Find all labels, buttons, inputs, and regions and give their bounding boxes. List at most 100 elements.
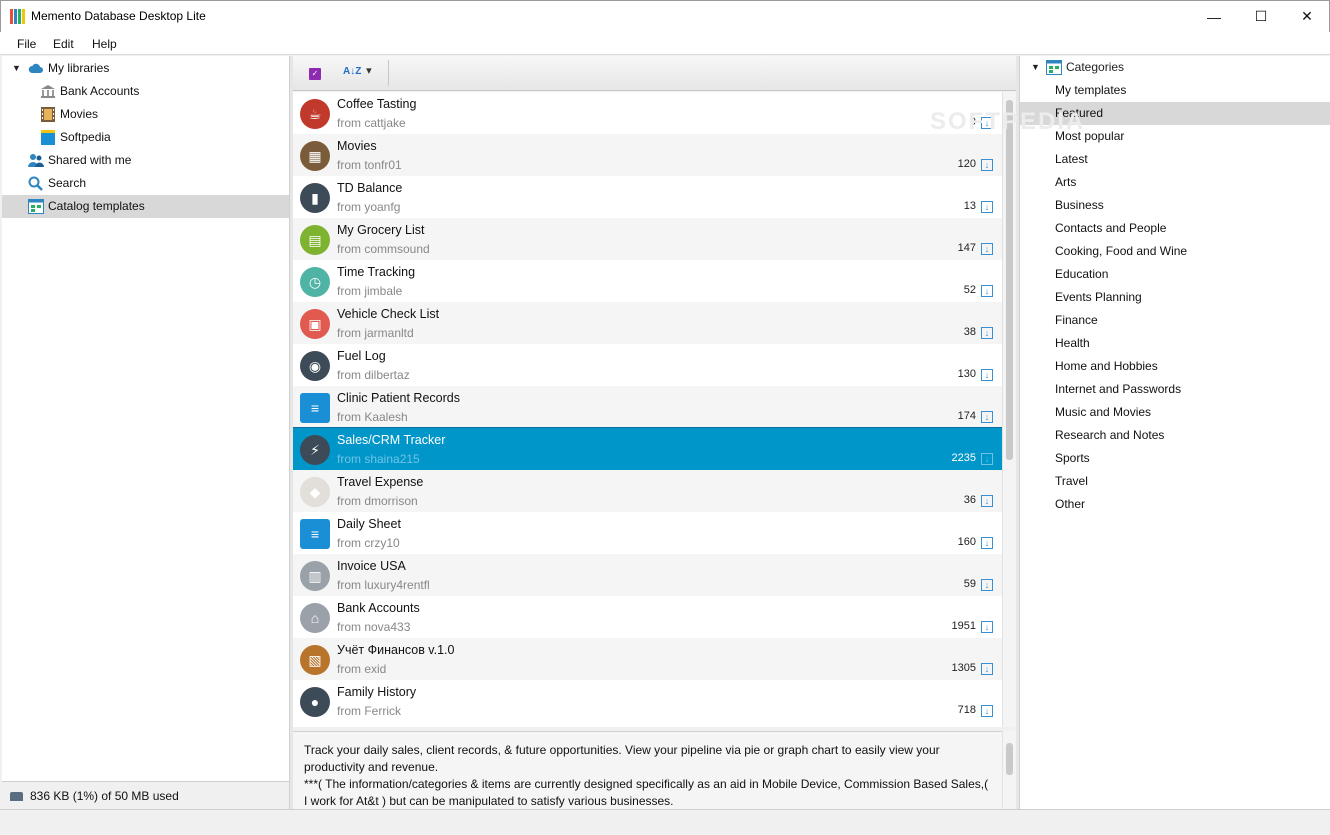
download-icon[interactable]: ↓ bbox=[981, 495, 993, 507]
category-item[interactable]: Education bbox=[1020, 263, 1330, 286]
category-item[interactable]: Research and Notes bbox=[1020, 424, 1330, 447]
category-root[interactable]: ▼ Categories bbox=[1020, 56, 1330, 79]
download-icon[interactable]: ↓ bbox=[981, 285, 993, 297]
download-icon[interactable]: ↓ bbox=[981, 243, 993, 255]
maximize-button[interactable]: ☐ bbox=[1238, 1, 1284, 32]
download-icon[interactable]: ↓ bbox=[981, 453, 993, 465]
users-icon bbox=[28, 153, 44, 168]
tree-label: Search bbox=[48, 176, 87, 190]
scroll-thumb[interactable] bbox=[1006, 100, 1013, 460]
template-list-item[interactable]: ▥ Invoice USA from luxury4rentfl 59 ↓ bbox=[293, 554, 1002, 596]
template-list-item[interactable]: ▣ Vehicle Check List from jarmanltd 38 ↓ bbox=[293, 302, 1002, 344]
category-item[interactable]: Events Planning bbox=[1020, 286, 1330, 309]
template-title: Family History bbox=[337, 685, 417, 699]
menu-file[interactable]: File bbox=[17, 37, 36, 51]
category-label: Home and Hobbies bbox=[1055, 359, 1158, 373]
category-item[interactable]: Travel bbox=[1020, 470, 1330, 493]
category-item[interactable]: Finance bbox=[1020, 309, 1330, 332]
category-item[interactable]: Arts bbox=[1020, 171, 1330, 194]
download-count: 1951 bbox=[951, 620, 976, 632]
category-item[interactable]: Health bbox=[1020, 332, 1330, 355]
template-list-item[interactable]: ☕ Coffee Tasting from cattjake 9 ↓ bbox=[293, 92, 1002, 134]
template-author: from luxury4rentfl bbox=[337, 578, 430, 592]
template-list-item[interactable]: ● Family History from Ferrick 718 ↓ bbox=[293, 680, 1002, 722]
expand-arrow-icon[interactable]: ▼ bbox=[12, 57, 21, 80]
download-icon[interactable]: ↓ bbox=[981, 663, 993, 675]
category-item[interactable]: Latest bbox=[1020, 148, 1330, 171]
category-item[interactable]: Cooking, Food and Wine bbox=[1020, 240, 1330, 263]
download-icon[interactable]: ↓ bbox=[981, 621, 993, 633]
template-title: Invoice USA bbox=[337, 559, 406, 573]
category-label: Arts bbox=[1055, 175, 1077, 189]
tree-item-bank-accounts[interactable]: Bank Accounts bbox=[2, 80, 289, 103]
category-item[interactable]: Business bbox=[1020, 194, 1330, 217]
vehicle-icon: ▣ bbox=[300, 309, 330, 339]
download-icon[interactable]: ↓ bbox=[981, 159, 993, 171]
template-title: Учёт Финансов v.1.0 bbox=[337, 643, 455, 657]
template-list-item[interactable]: ≡ Daily Sheet from crzy10 160 ↓ bbox=[293, 512, 1002, 554]
sort-button[interactable]: A↓Z ▾ bbox=[343, 64, 379, 84]
template-list-item[interactable]: ▦ Movies from tonfr01 120 ↓ bbox=[293, 134, 1002, 176]
category-item[interactable]: Other bbox=[1020, 493, 1330, 516]
category-item[interactable]: Home and Hobbies bbox=[1020, 355, 1330, 378]
category-item[interactable]: Internet and Passwords bbox=[1020, 378, 1330, 401]
template-list-item[interactable]: ▮ TD Balance from yoanfg 13 ↓ bbox=[293, 176, 1002, 218]
tree-item-movies[interactable]: Movies bbox=[2, 103, 289, 126]
tree-item-catalog-templates[interactable]: Catalog templates bbox=[2, 195, 289, 218]
status-bar bbox=[0, 809, 1330, 835]
tree-item-search[interactable]: Search bbox=[2, 172, 289, 195]
category-label: Latest bbox=[1055, 152, 1088, 166]
template-list-item[interactable]: ▤ My Grocery List from commsound 147 ↓ bbox=[293, 218, 1002, 260]
template-author: from Ferrick bbox=[337, 704, 401, 718]
category-label: My templates bbox=[1055, 83, 1127, 97]
close-button[interactable]: ✕ bbox=[1284, 1, 1330, 32]
menu-help[interactable]: Help bbox=[92, 37, 117, 51]
template-list-item[interactable]: ⌂ Bank Accounts from nova433 1951 ↓ bbox=[293, 596, 1002, 638]
download-count: 1305 bbox=[951, 662, 976, 674]
bank-icon bbox=[40, 84, 56, 99]
template-list-item[interactable]: ⚡ Sales/CRM Tracker from shaina215 2235 ↓ bbox=[293, 427, 1002, 471]
download-icon[interactable]: ↓ bbox=[981, 411, 993, 423]
template-list-item[interactable]: ▧ Учёт Финансов v.1.0 from exid 1305 ↓ bbox=[293, 638, 1002, 680]
template-title: Coffee Tasting bbox=[337, 97, 417, 111]
tree-label: Softpedia bbox=[60, 130, 111, 144]
menu-edit[interactable]: Edit bbox=[53, 37, 74, 51]
minimize-button[interactable]: — bbox=[1191, 1, 1237, 32]
tree-label: Bank Accounts bbox=[60, 84, 140, 98]
category-item[interactable]: Music and Movies bbox=[1020, 401, 1330, 424]
list-scrollbar[interactable] bbox=[1002, 92, 1016, 727]
template-list-item[interactable]: ≡ Clinic Patient Records from Kaalesh 174 ↓ bbox=[293, 386, 1002, 428]
select-all-checkbox[interactable]: ✓ bbox=[309, 68, 321, 80]
list-toolbar: ✓ A↓Z ▾ bbox=[293, 56, 1016, 91]
scroll-thumb[interactable] bbox=[1006, 743, 1013, 775]
category-label: Contacts and People bbox=[1055, 221, 1167, 235]
template-author: from jarmanltd bbox=[337, 326, 414, 340]
tree-item-my-libraries[interactable]: ▼ My libraries bbox=[2, 57, 289, 80]
bolt-icon: ⚡ bbox=[300, 435, 330, 465]
car-icon: ◆ bbox=[300, 477, 330, 507]
template-author: from commsound bbox=[337, 242, 430, 256]
download-icon[interactable]: ↓ bbox=[981, 705, 993, 717]
download-icon[interactable]: ↓ bbox=[981, 537, 993, 549]
template-list-item[interactable]: ◷ Time Tracking from jimbale 52 ↓ bbox=[293, 260, 1002, 302]
template-author: from tonfr01 bbox=[337, 158, 402, 172]
category-item[interactable]: Sports bbox=[1020, 447, 1330, 470]
template-list-item[interactable]: ◉ Fuel Log from dilbertaz 130 ↓ bbox=[293, 344, 1002, 386]
download-icon[interactable]: ↓ bbox=[981, 369, 993, 381]
wallet-icon: ▧ bbox=[300, 645, 330, 675]
basket-icon: ▤ bbox=[300, 225, 330, 255]
template-title: My Grocery List bbox=[337, 223, 425, 237]
description-scrollbar[interactable] bbox=[1002, 731, 1016, 809]
expand-arrow-icon[interactable]: ▼ bbox=[1031, 56, 1040, 79]
tree-item-shared-with-me[interactable]: Shared with me bbox=[2, 149, 289, 172]
template-list-item[interactable]: ◆ Travel Expense from dmorrison 36 ↓ bbox=[293, 470, 1002, 512]
category-item[interactable]: My templates bbox=[1020, 79, 1330, 102]
download-icon[interactable]: ↓ bbox=[981, 201, 993, 213]
person-icon: ● bbox=[300, 687, 330, 717]
tree-item-softpedia[interactable]: Softpedia bbox=[2, 126, 289, 149]
template-title: TD Balance bbox=[337, 181, 403, 195]
download-icon[interactable]: ↓ bbox=[981, 579, 993, 591]
category-item[interactable]: Contacts and People bbox=[1020, 217, 1330, 240]
download-icon[interactable]: ↓ bbox=[981, 327, 993, 339]
download-count: 174 bbox=[957, 410, 976, 422]
